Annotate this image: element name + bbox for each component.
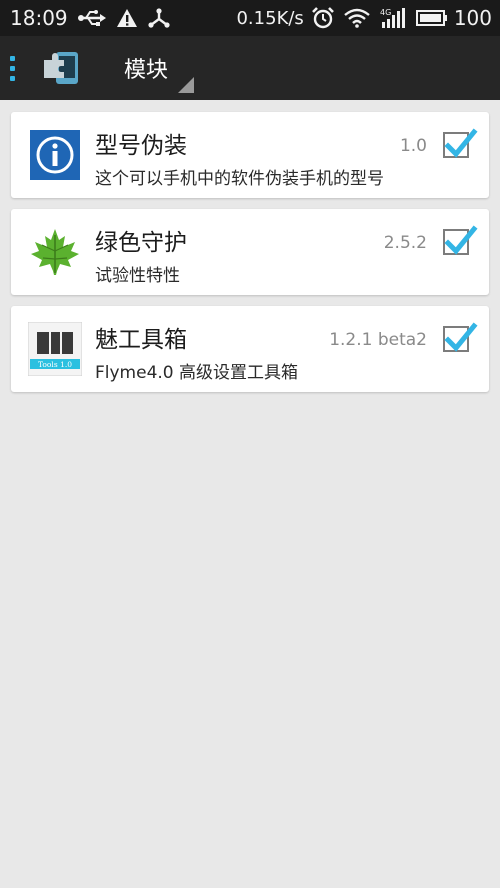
module-description: Flyme4.0 高级设置工具箱 xyxy=(95,363,299,383)
drawer-menu-icon[interactable] xyxy=(10,52,28,84)
network-speed: 0.15K/s xyxy=(236,7,304,29)
module-description: 试验性特性 xyxy=(95,266,180,286)
svg-text:4G: 4G xyxy=(380,8,391,17)
check-icon xyxy=(444,322,478,352)
module-version: 2.5.2 xyxy=(383,233,427,253)
check-icon xyxy=(444,128,478,158)
info-icon xyxy=(30,130,80,180)
usb-icon xyxy=(77,10,106,26)
battery-level: 100 xyxy=(453,6,492,30)
module-enabled-checkbox[interactable] xyxy=(443,128,478,158)
action-bar: 模块 xyxy=(0,36,500,100)
screen-title-spinner[interactable]: 模块 xyxy=(124,52,168,84)
toolbox-icon: Tools 1.0 xyxy=(28,322,82,376)
module-version: 1.0 xyxy=(399,136,427,156)
xposed-app-icon[interactable] xyxy=(42,50,82,86)
spinner-indicator-icon xyxy=(178,77,194,93)
alarm-icon xyxy=(311,7,334,29)
share-icon xyxy=(148,8,170,28)
module-version: 1.2.1 beta2 xyxy=(329,330,427,350)
module-title: 绿色守护 xyxy=(95,230,187,256)
signal-4g-icon: 4G xyxy=(380,7,406,29)
warning-icon xyxy=(116,8,138,28)
module-title: 魅工具箱 xyxy=(95,327,187,353)
module-item-meizu-toolbox[interactable]: Tools 1.0 魅工具箱 Flyme4.0 高级设置工具箱 1.2.1 be… xyxy=(11,306,489,392)
check-icon xyxy=(444,225,478,255)
module-title: 型号伪装 xyxy=(95,133,187,159)
status-bar: 18:09 0.15K/s 4G 100 xyxy=(0,0,500,36)
toolbox-icon-label: Tools 1.0 xyxy=(38,360,72,369)
module-enabled-checkbox[interactable] xyxy=(443,225,478,255)
maple-leaf-icon xyxy=(31,229,79,275)
wifi-icon xyxy=(344,8,370,28)
module-description: 这个可以手机中的软件伪装手机的型号 xyxy=(95,169,384,189)
clock: 18:09 xyxy=(10,6,68,30)
module-item-model-spoof[interactable]: 型号伪装 这个可以手机中的软件伪装手机的型号 1.0 xyxy=(11,112,489,198)
module-item-greenify[interactable]: 绿色守护 试验性特性 2.5.2 xyxy=(11,209,489,295)
battery-icon xyxy=(415,10,448,26)
module-enabled-checkbox[interactable] xyxy=(443,322,478,352)
